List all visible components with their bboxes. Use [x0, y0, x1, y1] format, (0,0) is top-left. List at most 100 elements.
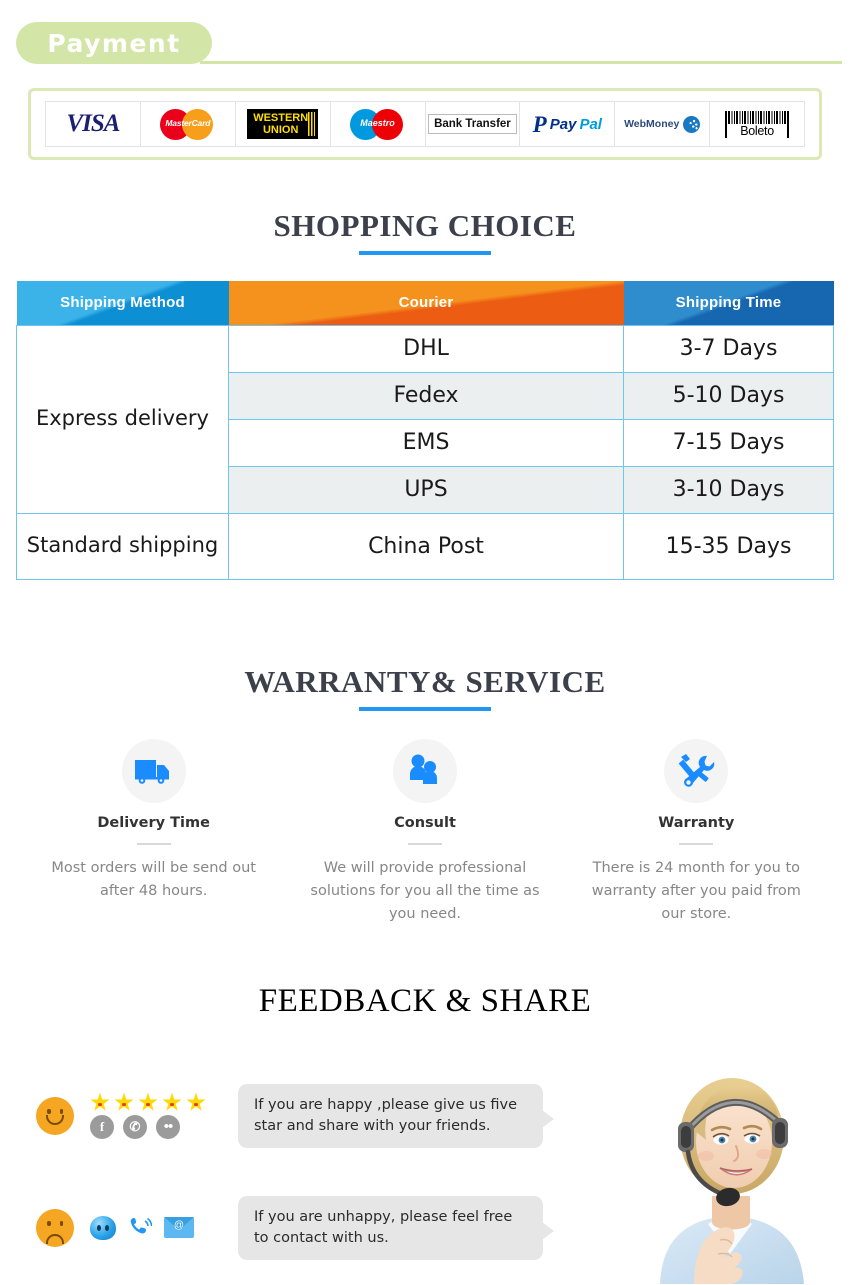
cell-time-china-post: 15-35 Days	[623, 512, 834, 580]
service-warranty: Warranty There is 24 month for you to wa…	[561, 738, 832, 927]
email-at-glyph: @	[173, 1220, 185, 1232]
cell-courier-fedex: Fedex	[228, 371, 624, 420]
payment-method-webmoney: WebMoney	[615, 102, 711, 146]
email-icon[interactable]: @	[164, 1217, 194, 1239]
shopping-choice-title: SHOPPING CHOICE	[273, 208, 577, 243]
cell-time-ems: 7-15 Days	[623, 418, 834, 467]
shipping-table-header-row: Shipping Method Courier Shipping Time	[16, 281, 834, 325]
feedback-row-happy: f ✆ •• If you are happy ,please give us …	[36, 1083, 554, 1148]
consult-people-icon	[409, 754, 437, 784]
service-consult: Consult We will provide professional sol…	[289, 738, 560, 927]
payment-header: Payment	[0, 0, 850, 78]
western-union-line2: UNION	[262, 124, 299, 136]
barcode-icon	[726, 110, 789, 124]
cell-time-dhl: 3-7 Days	[623, 324, 834, 373]
happy-icon-stack: f ✆ ••	[90, 1092, 220, 1140]
contact-icons-row: @	[90, 1215, 220, 1240]
payment-badge-label: Payment	[47, 28, 181, 58]
payment-method-visa: VISA	[46, 102, 141, 146]
western-union-line1: WESTERN	[253, 112, 309, 124]
western-union-bars	[308, 112, 316, 136]
boleto-label: Boleto	[740, 123, 774, 138]
cell-courier-ups: UPS	[228, 465, 624, 514]
mastercard-logo-text: MasterCard	[165, 118, 211, 128]
shipping-table: Shipping Method Courier Shipping Time Ex…	[16, 281, 834, 580]
warranty-service-underline	[359, 706, 491, 711]
payment-method-mastercard: MasterCard	[140, 102, 236, 146]
shipping-table-wrapper: Shipping Method Courier Shipping Time Ex…	[16, 281, 834, 580]
maestro-logo-text: Maestro	[360, 118, 395, 128]
cell-method-express: Express delivery	[16, 324, 229, 514]
table-row: Express delivery DHL 3-7 Days	[16, 324, 834, 514]
service-divider	[407, 842, 442, 845]
star-icon[interactable]	[162, 1092, 182, 1111]
flickr-icon[interactable]: ••	[156, 1115, 180, 1140]
service-label-delivery-time: Delivery Time	[97, 814, 210, 831]
phone-icon[interactable]	[127, 1216, 153, 1240]
maestro-icon: Maestro	[349, 107, 406, 141]
payment-method-maestro: Maestro	[330, 102, 426, 146]
sad-face-icon	[36, 1208, 74, 1247]
service-delivery-time: Delivery Time Most orders will be send o…	[18, 738, 289, 927]
table-row: Standard shipping China Post 15-35 Days	[16, 512, 834, 580]
happy-message-bubble: If you are happy ,please give us five st…	[238, 1083, 554, 1148]
service-divider	[679, 842, 714, 845]
consult-people-icon-circle	[392, 738, 457, 803]
facebook-icon[interactable]: f	[90, 1115, 114, 1140]
western-union-icon: WESTERN UNION	[247, 109, 319, 139]
service-desc-warranty: There is 24 month for you to warranty af…	[591, 859, 801, 923]
payment-badge: Payment	[16, 22, 212, 64]
payment-method-paypal: P Pay Pal	[520, 102, 616, 146]
twitter-icon[interactable]: ✆	[123, 1115, 147, 1140]
service-features-row: Delivery Time Most orders will be send o…	[18, 738, 832, 927]
payment-header-divider	[200, 61, 842, 64]
paypal-p-icon: P	[532, 111, 547, 137]
mastercard-icon: MasterCard	[159, 107, 216, 141]
unhappy-message-bubble: If you are unhappy, please feel free to …	[238, 1195, 554, 1260]
service-divider	[136, 842, 171, 845]
star-icon[interactable]	[90, 1092, 110, 1111]
cell-courier-ems: EMS	[228, 418, 624, 467]
payment-methods-box: VISA MasterCard WESTERN UNION Maestro Ba…	[28, 88, 822, 160]
bank-transfer-label: Bank Transfer	[428, 114, 517, 134]
payment-method-western-union: WESTERN UNION	[235, 102, 331, 146]
cell-courier-dhl: DHL	[228, 324, 624, 373]
cell-time-ups: 3-10 Days	[623, 465, 834, 514]
customer-service-agent-photo	[636, 1063, 832, 1284]
shopping-choice-section: SHOPPING CHOICE	[0, 208, 850, 255]
shopping-choice-underline	[359, 251, 491, 255]
smiley-face-icon	[36, 1096, 74, 1135]
header-shipping-method: Shipping Method	[16, 281, 229, 325]
payment-method-bank-transfer: Bank Transfer	[425, 102, 521, 146]
visa-logo-text: VISA	[66, 110, 120, 137]
webmoney-globe-icon	[683, 115, 701, 133]
payment-methods-strip: VISA MasterCard WESTERN UNION Maestro Ba…	[45, 101, 805, 147]
five-star-rating[interactable]	[90, 1092, 220, 1112]
delivery-truck-icon-circle	[121, 738, 186, 803]
cell-time-fedex: 5-10 Days	[623, 371, 834, 420]
header-courier: Courier	[228, 281, 624, 325]
header-shipping-time: Shipping Time	[623, 281, 834, 325]
boleto-icon: Boleto	[725, 110, 790, 138]
warranty-service-title: WARRANTY& SERVICE	[244, 663, 606, 699]
feedback-area: f ✆ •• If you are happy ,please give us …	[0, 1044, 850, 1284]
warranty-service-section: WARRANTY& SERVICE Delivery Time Most ord…	[0, 664, 850, 927]
paypal-label-pal: Pal	[579, 115, 602, 133]
star-icon[interactable]	[186, 1092, 206, 1111]
star-icon[interactable]	[114, 1092, 134, 1111]
service-label-warranty: Warranty	[658, 814, 735, 831]
social-share-row: f ✆ ••	[90, 1115, 220, 1140]
webmoney-label: WebMoney	[624, 118, 680, 130]
payment-method-boleto: Boleto	[710, 102, 804, 146]
feedback-row-unhappy: @ If you are unhappy, please feel free t…	[36, 1195, 554, 1260]
tools-icon-circle	[664, 738, 729, 803]
msn-messenger-icon[interactable]	[90, 1215, 116, 1240]
service-desc-consult: We will provide professional solutions f…	[310, 859, 540, 923]
delivery-truck-icon	[134, 759, 169, 784]
tools-wrench-screwdriver-icon	[678, 753, 715, 787]
service-label-consult: Consult	[394, 814, 456, 831]
star-icon[interactable]	[138, 1092, 158, 1111]
feedback-share-title: FEEDBACK & SHARE	[258, 982, 592, 1019]
paypal-label-pay: Pay	[549, 115, 577, 133]
cell-method-standard: Standard shipping	[16, 512, 229, 580]
